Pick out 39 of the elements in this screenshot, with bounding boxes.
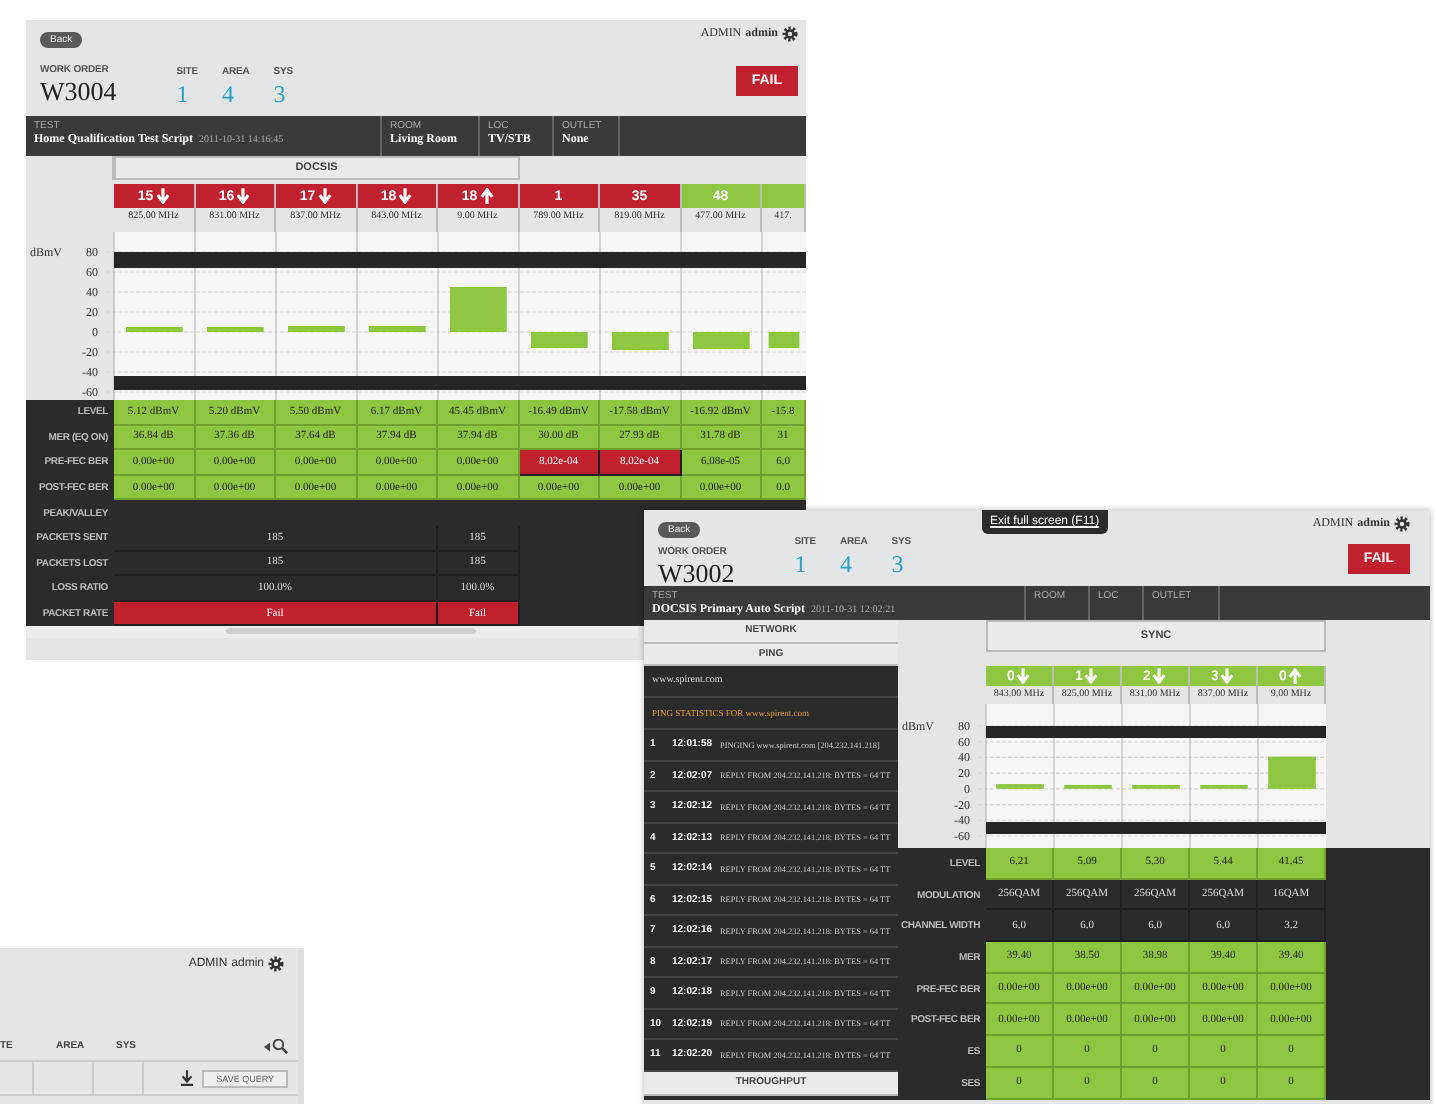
chart-bar <box>1064 784 1112 789</box>
field-value: 4 <box>222 80 236 110</box>
chart-bar <box>693 332 750 349</box>
field-value: 4 <box>840 550 854 580</box>
chart-bar <box>207 327 264 332</box>
chart-bar <box>288 326 345 332</box>
collapse-arrow-icon[interactable] <box>264 1041 270 1051</box>
down-arrow-icon <box>155 188 170 204</box>
field-value: 1 <box>176 80 191 110</box>
down-arrow-icon <box>1016 668 1031 684</box>
down-arrow-icon <box>1152 668 1167 684</box>
chart-bar <box>126 327 183 332</box>
chart-bar <box>531 332 588 348</box>
field-value: 1 <box>794 550 809 580</box>
chart-bar <box>768 332 800 348</box>
chart-bar <box>1132 784 1180 789</box>
chart-bar <box>1200 784 1248 789</box>
settings-icon[interactable] <box>782 26 798 42</box>
settings-icon[interactable] <box>268 956 284 972</box>
work-order-number: W3004 <box>40 76 117 108</box>
chart-bar <box>450 287 507 332</box>
download-icon[interactable] <box>180 1070 195 1086</box>
chart-bar <box>612 332 669 350</box>
scrollbar[interactable] <box>26 626 638 639</box>
chart-bar <box>369 326 426 332</box>
work-order-number: W3002 <box>658 558 735 590</box>
chart-bar <box>1268 756 1316 789</box>
down-arrow-icon <box>398 188 413 204</box>
down-arrow-icon <box>1220 668 1235 684</box>
search-icon[interactable] <box>272 1038 288 1054</box>
up-arrow-icon <box>479 188 494 204</box>
up-arrow-icon <box>1288 668 1303 684</box>
down-arrow-icon <box>317 188 332 204</box>
field-value: 3 <box>891 550 906 580</box>
down-arrow-icon <box>236 188 251 204</box>
chart-bar <box>996 784 1044 789</box>
field-value: 3 <box>273 80 288 110</box>
down-arrow-icon <box>1084 668 1099 684</box>
settings-icon[interactable] <box>1394 516 1410 532</box>
